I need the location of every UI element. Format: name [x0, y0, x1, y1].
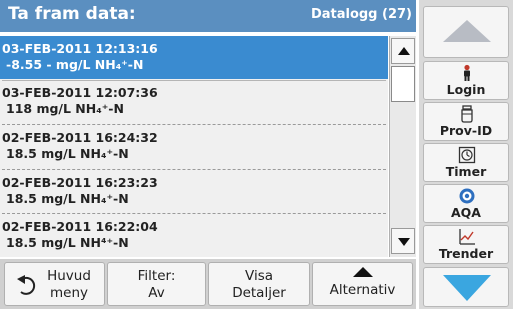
data-list: 03-FEB-2011 12:13:16 -8.55 - mg/L NH₄⁺-N… [0, 36, 388, 257]
filter-value: Av [148, 285, 165, 301]
login-button[interactable]: Login [423, 61, 509, 100]
list-item[interactable]: 03-FEB-2011 12:13:16 -8.55 - mg/L NH₄⁺-N [0, 36, 388, 79]
record-value: 18.5 mg/L NH₄⁺-N [6, 191, 129, 206]
options-label: Alternativ [329, 282, 396, 298]
record-value: 18.5 mg/L NH₄⁺-N [6, 146, 129, 161]
sample-id-label: Prov-ID [439, 123, 493, 138]
filter-label: Filter: [137, 268, 176, 284]
page-up-icon [443, 20, 491, 42]
trends-label: Trender [438, 246, 494, 261]
page-title: Ta fram data: [8, 4, 136, 24]
options-button[interactable]: Alternativ [312, 262, 413, 306]
view-details-button[interactable]: Visa Detaljer [208, 262, 310, 306]
person-icon [464, 64, 470, 81]
main-menu-label-2: meny [49, 285, 88, 301]
side-panel: Login Prov-ID Timer AQA Trender [419, 0, 513, 309]
login-label: Login [446, 82, 486, 97]
trends-button[interactable]: Trender [423, 225, 509, 264]
view-details-label-1: Visa [245, 268, 273, 284]
page-down-button[interactable] [423, 267, 509, 307]
arrow-down-icon [398, 238, 410, 246]
record-datetime: 03-FEB-2011 12:07:36 [2, 85, 158, 100]
page-up-button[interactable] [423, 6, 509, 58]
scroll-thumb[interactable] [391, 66, 415, 102]
timer-button[interactable]: Timer [423, 143, 509, 182]
bottom-toolbar: Huvud meny Filter: Av Visa Detaljer Alte… [0, 259, 416, 309]
record-value: 18.5 mg/L NH⁴⁺-N [6, 235, 129, 250]
record-datetime: 02-FEB-2011 16:22:04 [2, 219, 158, 234]
record-value: -8.55 - mg/L NH₄⁺-N [6, 57, 144, 72]
list-scrollbar[interactable] [389, 36, 416, 257]
record-datetime: 03-FEB-2011 12:13:16 [2, 41, 158, 56]
aqa-button[interactable]: AQA [423, 184, 509, 223]
scroll-down-button[interactable] [391, 228, 415, 254]
list-item[interactable]: 02-FEB-2011 16:22:04 18.5 mg/L NH⁴⁺-N [0, 214, 388, 257]
record-value: 118 mg/L NH₄⁺-N [6, 101, 124, 116]
aqa-label: AQA [451, 205, 481, 220]
main-menu-label-1: Huvud [47, 268, 91, 284]
aqa-icon [459, 188, 475, 204]
title-bar: Ta fram data: Datalogg (27) [0, 0, 416, 32]
list-item[interactable]: 02-FEB-2011 16:23:23 18.5 mg/L NH₄⁺-N [0, 170, 388, 213]
page-down-icon [443, 275, 491, 301]
arrow-up-icon [353, 267, 373, 277]
row-divider [2, 80, 386, 81]
arrow-up-icon [398, 47, 410, 55]
timer-label: Timer [445, 164, 487, 179]
filter-button[interactable]: Filter: Av [107, 262, 206, 306]
list-item[interactable]: 02-FEB-2011 16:24:32 18.5 mg/L NH₄⁺-N [0, 125, 388, 168]
timer-icon [458, 146, 476, 164]
view-details-label-2: Detaljer [232, 285, 286, 301]
datalog-count: Datalogg (27) [310, 7, 412, 22]
list-item[interactable]: 03-FEB-2011 12:07:36 118 mg/L NH₄⁺-N [0, 80, 388, 123]
scroll-up-button[interactable] [391, 38, 415, 64]
trend-chart-icon [459, 229, 475, 245]
record-datetime: 02-FEB-2011 16:24:32 [2, 130, 158, 145]
main-menu-button[interactable]: Huvud meny [4, 262, 105, 306]
sample-bottle-icon [461, 105, 473, 123]
record-datetime: 02-FEB-2011 16:23:23 [2, 175, 158, 190]
sample-id-button[interactable]: Prov-ID [423, 102, 509, 141]
